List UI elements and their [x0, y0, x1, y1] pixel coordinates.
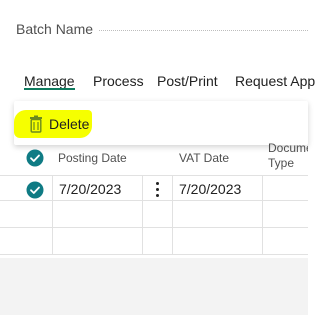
- column-divider: [262, 175, 263, 255]
- row-select-checkbox[interactable]: [26, 181, 44, 199]
- grid-empty-area: [0, 258, 308, 315]
- menu-post-print[interactable]: Post/Print: [157, 72, 218, 90]
- page: Batch Name Manage Process Post/Print Req…: [0, 0, 315, 315]
- row-more-options-icon[interactable]: [150, 178, 164, 200]
- column-divider: [172, 175, 173, 255]
- delete-button[interactable]: Delete: [29, 114, 89, 134]
- trash-icon: [30, 115, 42, 133]
- column-header-document-type[interactable]: Document Type: [268, 141, 308, 171]
- batch-name-field[interactable]: Batch Name: [16, 18, 308, 40]
- grid-header: [0, 145, 308, 175]
- menu-process[interactable]: Process: [93, 72, 144, 90]
- batch-name-leader: [99, 29, 308, 31]
- batch-name-label: Batch Name: [16, 21, 94, 37]
- menu-manage-active-indicator: [24, 88, 75, 90]
- column-header-vat-date[interactable]: VAT Date: [179, 151, 229, 165]
- delete-label: Delete: [49, 116, 90, 132]
- select-all-checkbox[interactable]: [26, 149, 44, 167]
- menu-request-approval[interactable]: Request App: [235, 72, 315, 90]
- cell-vat-date[interactable]: 7/20/2023: [179, 181, 241, 197]
- column-divider: [52, 175, 53, 255]
- column-header-posting-date[interactable]: Posting Date: [58, 151, 127, 165]
- action-bar: Manage Process Post/Print Request App: [0, 66, 315, 98]
- column-divider: [142, 175, 143, 255]
- cell-posting-date[interactable]: 7/20/2023: [59, 181, 121, 197]
